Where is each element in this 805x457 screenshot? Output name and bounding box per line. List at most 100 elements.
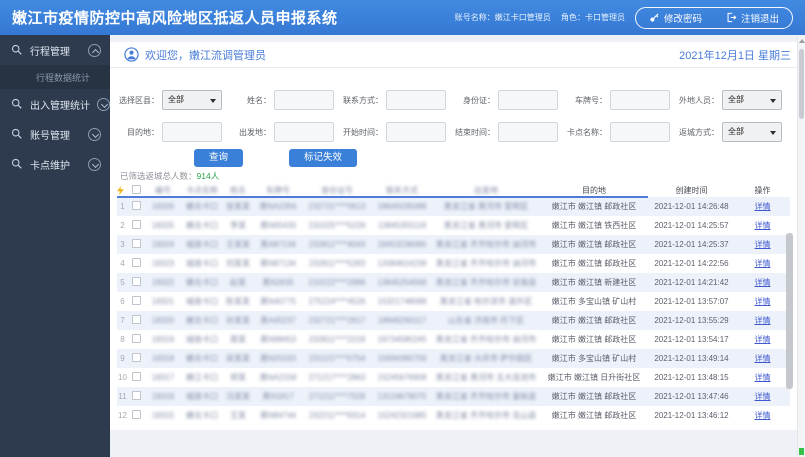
cell-dest: 嫩江市 嫩江镇 邮政社区 [551, 240, 637, 249]
row-checkbox[interactable] [131, 315, 141, 324]
page-scrollbar[interactable] [797, 35, 805, 457]
header-actions: 修改密码 注销退出 [634, 6, 793, 29]
cell-phone: 15242321985 [377, 411, 427, 420]
row-checkbox-cell [128, 353, 144, 364]
query-button[interactable]: 查询 [194, 149, 244, 167]
id-card-input[interactable] [498, 90, 558, 110]
bolt-icon [117, 185, 128, 196]
detail-link[interactable]: 详情 [755, 392, 771, 401]
cell-serial: 18324 [151, 240, 175, 249]
return-method-select[interactable]: 全部 [722, 122, 782, 142]
page-title: 嫩江市疫情防控中高风险地区抵返人员申报系统 [12, 10, 338, 27]
cell-serial: 18318 [151, 354, 175, 363]
mark-invalid-button[interactable]: 标记失效 [289, 149, 358, 167]
sidebar-item-checkpoint-maintenance[interactable]: 卡点维护 [0, 149, 110, 179]
row-checkbox-cell [128, 391, 144, 402]
destination-input[interactable] [162, 122, 222, 142]
detail-link[interactable]: 详情 [755, 335, 771, 344]
scrollbar-up-arrow[interactable] [799, 39, 805, 43]
row-checkbox[interactable] [131, 258, 141, 267]
non-local-select[interactable]: 全部 [722, 90, 782, 110]
row-checkbox[interactable] [131, 353, 141, 362]
cell-serial: 18316 [151, 392, 175, 401]
checkpoint-name-input[interactable] [610, 122, 670, 142]
row-number: 6 [120, 297, 125, 306]
detail-link[interactable]: 详情 [755, 278, 771, 287]
key-icon [649, 12, 660, 23]
cell-name: 王某某 [226, 240, 250, 249]
cell-phone: 13124679075 [377, 392, 427, 401]
cell-serial: 18326 [151, 202, 175, 211]
cell-origin: 黑龙江省 齐齐哈尔市 讷河市 [435, 335, 537, 344]
cell-origin: 黑龙江省 齐齐哈尔市 讷河市 [435, 259, 537, 268]
row-checkbox[interactable] [131, 391, 141, 400]
row-checkbox-cell [128, 220, 144, 231]
cell-name: 孙某某 [226, 316, 250, 325]
chevron-up-icon[interactable] [88, 43, 101, 57]
detail-link[interactable]: 详情 [755, 373, 771, 382]
cell-time: 2021-12-01 14:22:56 [654, 259, 729, 268]
row-checkbox[interactable] [131, 296, 141, 305]
row-checkbox-cell [128, 334, 144, 345]
row-checkbox[interactable] [131, 201, 141, 210]
cell-plate: 黑A87134 [260, 240, 296, 249]
cell-idcard: 271217****2863 [308, 373, 366, 382]
detail-link[interactable]: 详情 [755, 354, 771, 363]
sidebar-subitem-trip-data-statistics[interactable]: 行程数据统计 [0, 65, 110, 89]
detail-link[interactable]: 详情 [755, 221, 771, 230]
row-checkbox[interactable] [131, 239, 141, 248]
scrollbar-thumb[interactable] [799, 49, 804, 119]
cell-serial: 18319 [151, 335, 175, 344]
change-password-label: 修改密码 [663, 13, 702, 25]
cell-serial: 18323 [151, 259, 175, 268]
detail-link[interactable]: 详情 [755, 316, 771, 325]
filter-label-destination: 目的地： [127, 127, 159, 137]
cell-plate: 黑N98453 [259, 335, 297, 344]
row-checkbox[interactable] [131, 410, 141, 419]
welcome-greeting: 欢迎您，嫩江流调管理员 [145, 49, 266, 62]
action-button-row: 查询 标记失效 [194, 149, 805, 167]
cell-action: 详情 [735, 372, 790, 383]
start-time-input[interactable] [386, 122, 446, 142]
logout-button[interactable]: 注销退出 [726, 11, 779, 25]
column-header-9: 操作 [754, 185, 771, 195]
row-number: 4 [120, 259, 125, 268]
name-input[interactable] [274, 90, 334, 110]
cell-action: 详情 [735, 201, 790, 212]
detail-link[interactable]: 详情 [755, 259, 771, 268]
row-checkbox[interactable] [131, 220, 141, 229]
table-scrollbar-thumb[interactable] [786, 233, 793, 389]
row-checkbox[interactable] [131, 277, 141, 286]
select-all-checkbox[interactable] [131, 184, 141, 194]
detail-link[interactable]: 详情 [755, 202, 771, 211]
row-checkbox[interactable] [131, 372, 141, 381]
filter-field-id-card: 身份证： [454, 90, 566, 110]
contact-input[interactable] [386, 90, 446, 110]
cell-action: 详情 [735, 239, 790, 250]
chevron-down-icon[interactable] [88, 127, 101, 141]
plate-number-input[interactable] [610, 90, 670, 110]
change-password-button[interactable]: 修改密码 [649, 11, 702, 25]
chevron-down-icon[interactable] [97, 97, 110, 111]
header-underline [117, 196, 648, 198]
origin-input[interactable] [274, 122, 334, 142]
filter-field-origin: 出发地： [230, 122, 342, 142]
cell-idcard: 232721****2617 [308, 316, 366, 325]
row-number: 12 [118, 411, 127, 420]
filter-label-contact: 联系方式： [343, 95, 383, 105]
chevron-down-icon[interactable] [88, 157, 101, 171]
detail-link[interactable]: 详情 [755, 411, 771, 420]
detail-link[interactable]: 详情 [755, 297, 771, 306]
detail-link[interactable]: 详情 [755, 240, 771, 249]
end-time-input[interactable] [498, 122, 558, 142]
district-select[interactable]: 全部 [162, 90, 222, 110]
sidebar-item-account-management[interactable]: 账号管理 [0, 119, 110, 149]
row-checkbox[interactable] [131, 334, 141, 343]
cell-phone: 15245676908 [377, 373, 427, 382]
cell-serial: 18315 [151, 411, 175, 420]
sidebar-item-access-statistics[interactable]: 出入管理统计 [0, 89, 110, 119]
cell-checkpoint: 嫩北卡口 [186, 354, 218, 363]
filter-field-non-local: 外地人员： 全部 [678, 90, 790, 110]
sidebar-item-trip-management[interactable]: 行程管理 [0, 35, 110, 65]
row-checkbox-cell [128, 296, 144, 307]
